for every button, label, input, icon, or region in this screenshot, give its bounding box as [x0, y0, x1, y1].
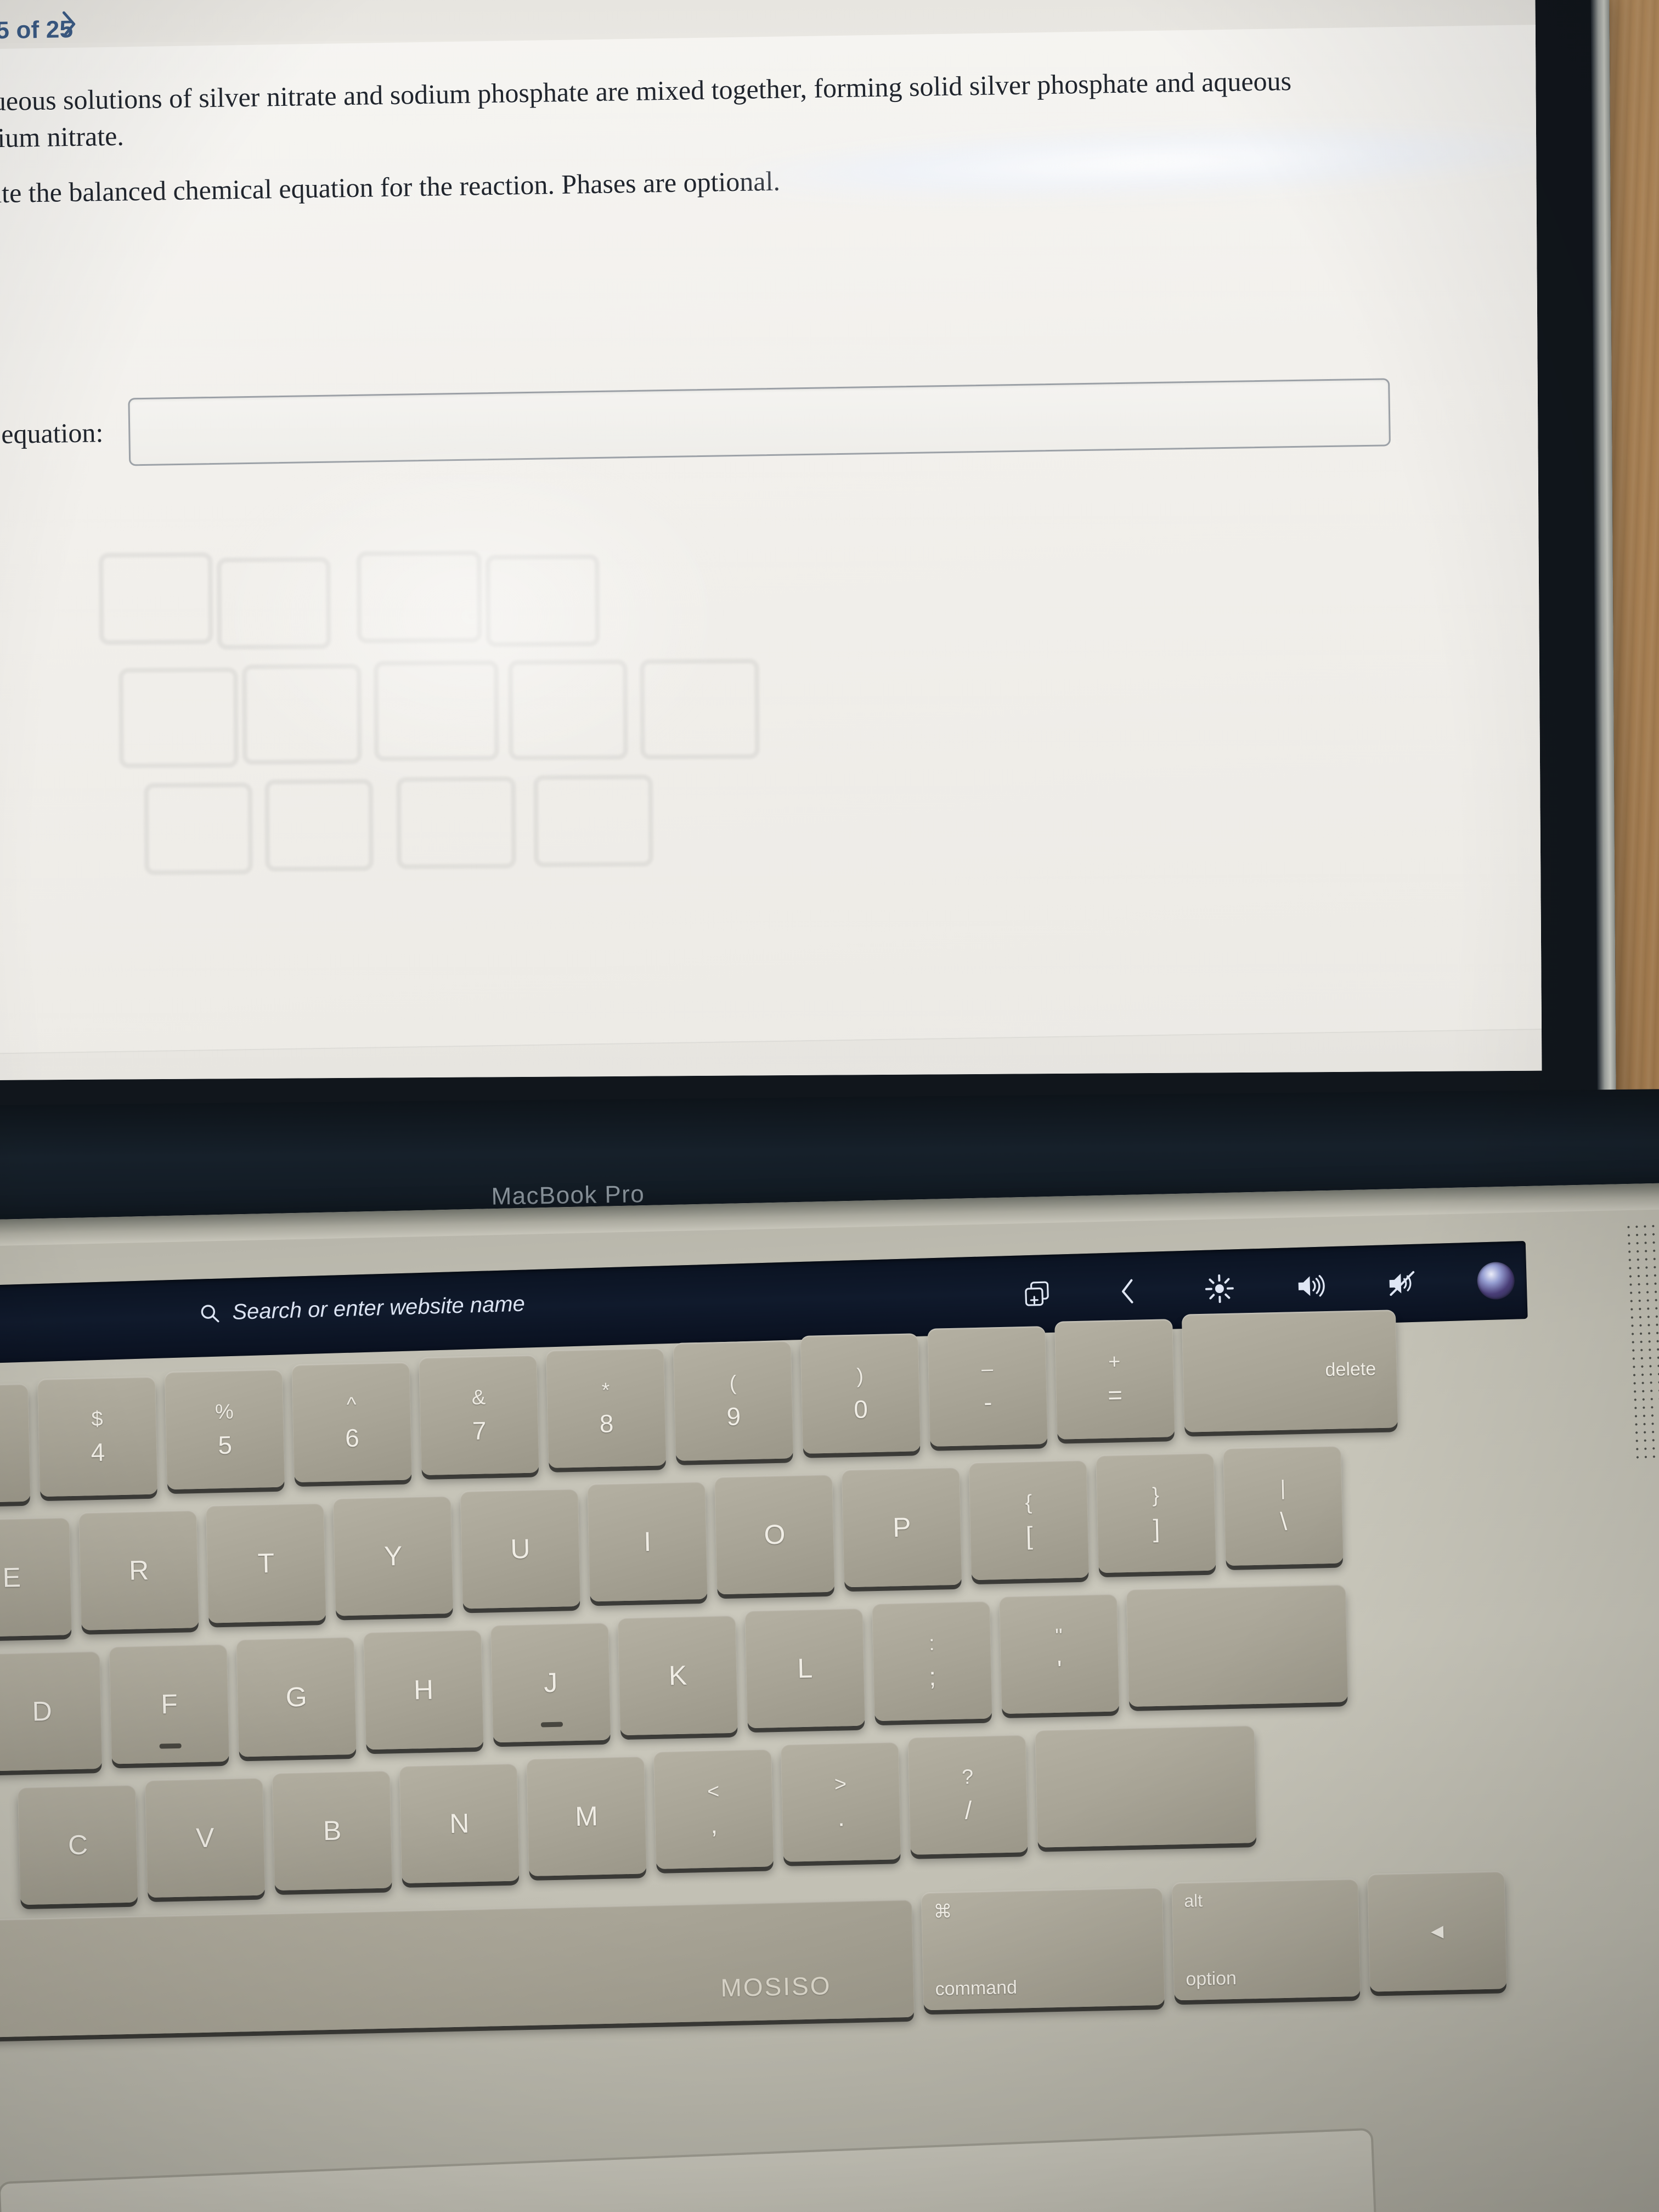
question-card: Aqueous solutions of silver nitrate and …: [0, 22, 1542, 1054]
key-O[interactable]: O: [714, 1474, 835, 1595]
key-C[interactable]: C: [18, 1784, 138, 1905]
keyboard-keys: #3 $4 %5 ^6 &7 *8 (9 )0: [0, 1182, 1659, 2212]
key-bracket-left[interactable]: {[: [968, 1459, 1090, 1581]
laptop-lid: on 5 of 25 Aqueous solutions of silver n…: [0, 0, 1617, 1196]
key-6[interactable]: ^ 6: [291, 1362, 413, 1483]
homing-bump-f: [159, 1743, 182, 1749]
key-Y[interactable]: Y: [332, 1495, 454, 1616]
key-T[interactable]: T: [206, 1502, 326, 1623]
key-return[interactable]: [1126, 1584, 1348, 1707]
key-5[interactable]: % 5: [164, 1369, 285, 1490]
key-delete[interactable]: delete: [1181, 1310, 1398, 1432]
browser-viewport: on 5 of 25 Aqueous solutions of silver n…: [0, 0, 1542, 1081]
key-arrow-left[interactable]: ◀: [1367, 1871, 1507, 1992]
key-K[interactable]: K: [617, 1615, 738, 1736]
key-0[interactable]: ) 0: [800, 1333, 921, 1454]
equation-answer-row: equation:: [0, 378, 1391, 469]
key-9[interactable]: (9: [673, 1340, 794, 1461]
key-equals[interactable]: + =: [1054, 1319, 1175, 1440]
key-3[interactable]: #3: [0, 1383, 31, 1504]
option-label: option: [1185, 1967, 1237, 1990]
screenshot-root: on 5 of 25 Aqueous solutions of silver n…: [0, 0, 1659, 2212]
key-E[interactable]: E: [0, 1517, 72, 1638]
key-period[interactable]: >.: [780, 1741, 901, 1862]
keyboard-deck: Search or enter website name $ 4 % 5 ^ 6…: [0, 1182, 1659, 2212]
keyboard-cover-brand: MOSISO: [720, 1971, 832, 2002]
key-bracket-right[interactable]: }]: [1096, 1452, 1217, 1573]
equation-label: equation:: [1, 417, 104, 450]
key-B[interactable]: B: [272, 1770, 393, 1891]
key-shift-right[interactable]: [1035, 1725, 1257, 1848]
key-N[interactable]: N: [399, 1763, 520, 1884]
key-H[interactable]: H: [363, 1629, 484, 1750]
key-L[interactable]: L: [744, 1607, 866, 1729]
key-slash[interactable]: ? /: [907, 1734, 1029, 1855]
key-backslash[interactable]: | \: [1223, 1445, 1344, 1566]
command-label: command: [935, 1977, 1018, 2000]
equation-input[interactable]: [128, 378, 1391, 466]
key-4[interactable]: $4: [37, 1376, 158, 1497]
chevron-right-icon[interactable]: [59, 10, 78, 38]
alt-label: alt: [1183, 1891, 1203, 1911]
key-F[interactable]: F: [109, 1643, 230, 1764]
key-semicolon[interactable]: :;: [872, 1600, 992, 1722]
key-7[interactable]: & 7: [419, 1355, 539, 1476]
key-option-right[interactable]: alt option: [1171, 1878, 1361, 2001]
key-space[interactable]: MOSISO: [0, 1899, 915, 2038]
key-P[interactable]: P: [841, 1466, 962, 1588]
key-quote[interactable]: " ': [999, 1593, 1120, 1714]
key-comma[interactable]: <,: [653, 1748, 774, 1869]
key-R[interactable]: R: [78, 1510, 199, 1630]
key-8[interactable]: * 8: [546, 1347, 667, 1469]
key-hyphen[interactable]: – -: [927, 1326, 1048, 1447]
homing-bump-j: [540, 1722, 563, 1728]
key-D[interactable]: D: [0, 1650, 103, 1771]
arrow-left-icon: ◀: [1430, 1922, 1444, 1941]
key-V[interactable]: V: [144, 1777, 266, 1898]
key-command-right[interactable]: ⌘ command: [921, 1887, 1165, 2011]
question-prompt-secondary: Write the balanced chemical equation for…: [0, 165, 781, 210]
key-G[interactable]: G: [236, 1636, 357, 1757]
key-J[interactable]: J: [490, 1622, 611, 1743]
key-I[interactable]: I: [587, 1481, 708, 1602]
laptop-display: on 5 of 25 Aqueous solutions of silver n…: [0, 0, 1542, 1081]
command-symbol-icon: ⌘: [933, 1901, 952, 1922]
key-M[interactable]: M: [526, 1756, 647, 1876]
question-prompt-primary: Aqueous solutions of silver nitrate and …: [0, 65, 1292, 154]
key-U[interactable]: U: [460, 1488, 581, 1609]
